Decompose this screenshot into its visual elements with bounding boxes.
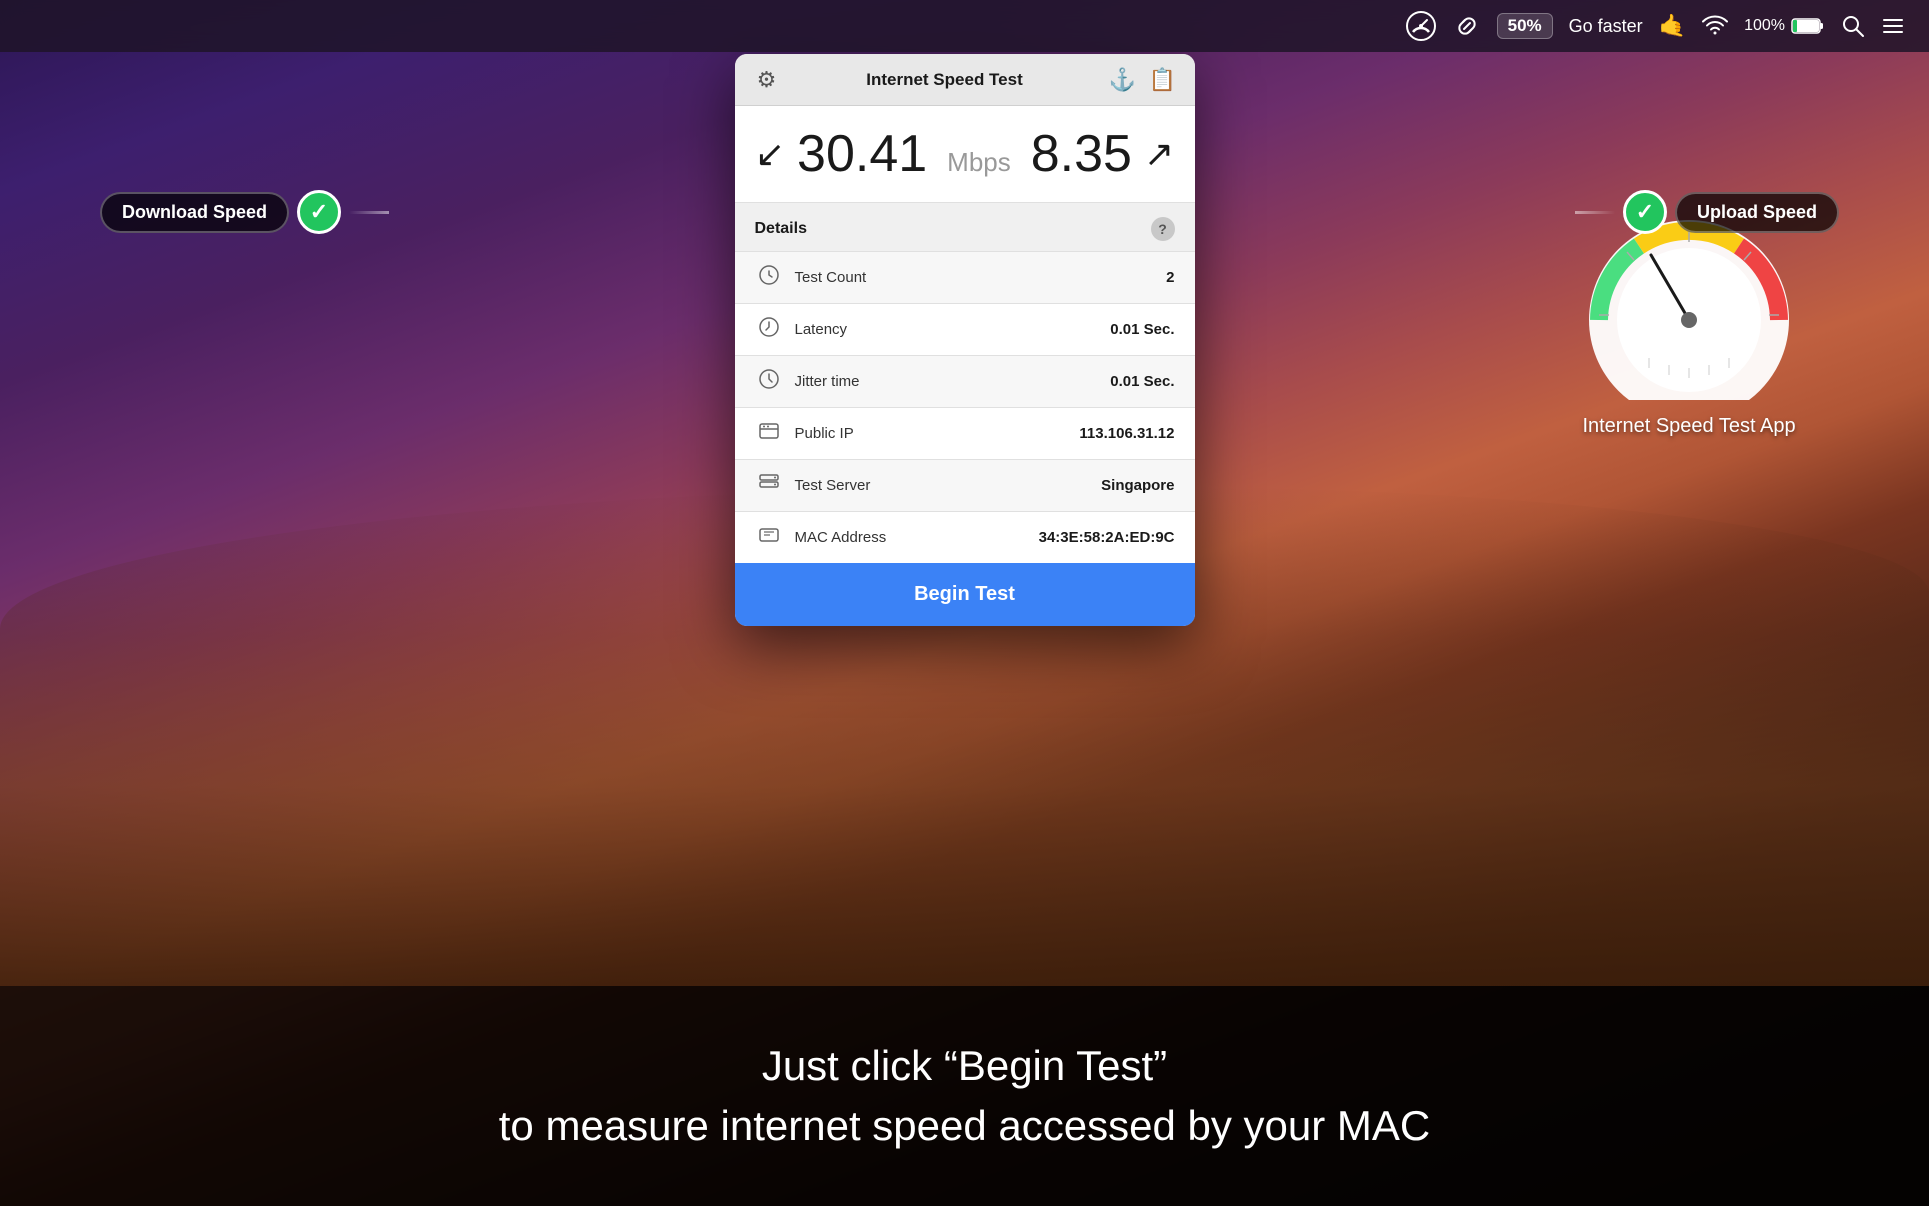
menubar-list[interactable] (1881, 14, 1905, 38)
test-server-label: Test Server (795, 477, 1102, 494)
test-count-icon (755, 264, 783, 291)
wifi-icon (1702, 15, 1728, 37)
download-label-text: Download Speed (100, 192, 289, 233)
battery-percent-label: 100% (1744, 17, 1785, 35)
upload-speed-label: Upload Speed ✓ (1575, 190, 1839, 234)
gear-icon: ⚙ (757, 67, 777, 93)
speedometer-app-label: Internet Speed Test App (1569, 415, 1809, 438)
upload-label-text: Upload Speed (1675, 192, 1839, 233)
test-server-value: Singapore (1101, 477, 1174, 494)
caption-line2: to measure internet speed accessed by yo… (499, 1102, 1430, 1150)
mac-address-icon (755, 524, 783, 551)
menubar-search[interactable] (1841, 14, 1865, 38)
download-arrow-icon: ↙ (755, 133, 785, 175)
download-connector (349, 211, 389, 214)
speedometer-graphic: Internet Speed Test App (1569, 200, 1809, 438)
detail-row-test-count: Test Count 2 (735, 251, 1195, 303)
upload-check-icon: ✓ (1623, 190, 1667, 234)
titlebar-left: ⚙ (751, 64, 783, 96)
download-check-icon: ✓ (297, 190, 341, 234)
menubar-go-faster: Go faster (1569, 16, 1643, 37)
jitter-icon (755, 368, 783, 395)
bottom-caption: Just click “Begin Test” to measure inter… (0, 986, 1929, 1206)
search-icon (1841, 14, 1865, 38)
link-icon (1453, 12, 1481, 40)
menubar: 50% Go faster 🤙 100% (0, 0, 1929, 52)
menubar-battery-badge: 50% (1497, 13, 1553, 39)
detail-row-test-server: Test Server Singapore (735, 459, 1195, 511)
list-icon (1881, 14, 1905, 38)
menubar-app-icon[interactable] (1405, 10, 1437, 42)
clipboard-icon: 📋 (1149, 67, 1176, 93)
test-count-value: 2 (1166, 269, 1174, 286)
latency-value: 0.01 Sec. (1110, 321, 1174, 338)
caption-line1: Just click “Begin Test” (762, 1042, 1167, 1090)
menubar-wifi (1702, 15, 1728, 37)
upload-speed-value: 8.35 (1031, 124, 1132, 184)
test-count-label: Test Count (795, 269, 1167, 286)
titlebar: ⚙ Internet Speed Test ⚓ 📋 (735, 54, 1195, 106)
jitter-value: 0.01 Sec. (1110, 373, 1174, 390)
speed-unit-label: Mbps (947, 147, 1011, 184)
detail-row-jitter: Jitter time 0.01 Sec. (735, 355, 1195, 407)
public-ip-label: Public IP (795, 425, 1080, 442)
menubar-link-icon[interactable] (1453, 12, 1481, 40)
upload-connector (1575, 211, 1615, 214)
latency-label: Latency (795, 321, 1111, 338)
jitter-label: Jitter time (795, 373, 1111, 390)
settings-button[interactable]: ⚙ (751, 64, 783, 96)
titlebar-right: ⚓ 📋 (1107, 64, 1179, 96)
upload-arrow-icon: ↗ (1144, 133, 1174, 175)
latency-icon (755, 316, 783, 343)
popup-window: ⚙ Internet Speed Test ⚓ 📋 ↙ 30.41 Mbps 8… (735, 54, 1195, 626)
speed-display-row: ↙ 30.41 Mbps 8.35 ↗ (735, 106, 1195, 203)
test-server-icon (755, 472, 783, 499)
anchor-button[interactable]: ⚓ (1107, 64, 1139, 96)
detail-row-latency: Latency 0.01 Sec. (735, 303, 1195, 355)
detail-row-mac-address: MAC Address 34:3E:58:2A:ED:9C (735, 511, 1195, 563)
mac-address-label: MAC Address (795, 529, 1039, 546)
download-speed-value: 30.41 (797, 128, 927, 180)
hand-wave-icon: 🤙 (1659, 13, 1686, 39)
detail-row-public-ip: Public IP 113.106.31.12 (735, 407, 1195, 459)
speedometer-menubar-icon (1405, 10, 1437, 42)
question-mark-icon: ? (1158, 221, 1167, 237)
anchor-icon: ⚓ (1109, 67, 1136, 93)
menubar-hand-icon: 🤙 (1659, 13, 1686, 39)
public-ip-value: 113.106.31.12 (1079, 425, 1174, 442)
clipboard-button[interactable]: 📋 (1147, 64, 1179, 96)
public-ip-icon (755, 420, 783, 447)
help-button[interactable]: ? (1151, 217, 1175, 241)
details-header: Details ? (735, 203, 1195, 251)
download-speed-label: Download Speed ✓ (100, 190, 389, 234)
details-title: Details (755, 220, 807, 238)
menubar-battery: 100% (1744, 16, 1825, 36)
window-title: Internet Speed Test (783, 70, 1107, 90)
begin-test-button[interactable]: Begin Test (735, 563, 1195, 626)
battery-icon (1791, 16, 1825, 36)
mac-address-value: 34:3E:58:2A:ED:9C (1039, 529, 1175, 546)
